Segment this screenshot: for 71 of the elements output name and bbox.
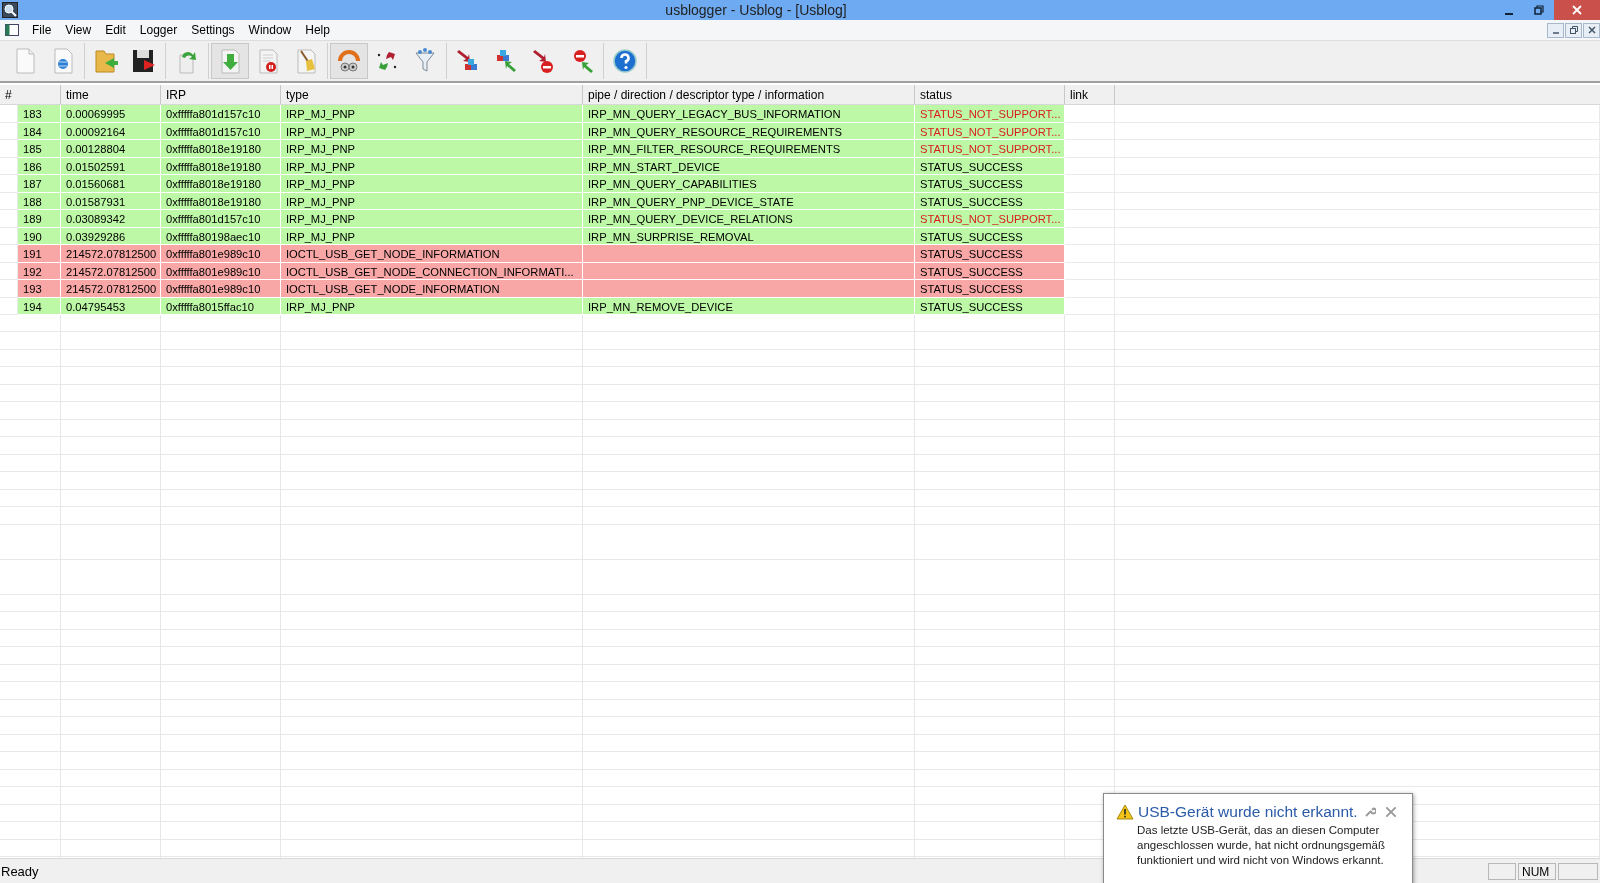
restore-icon (1534, 5, 1544, 15)
table-cell: IRP_MJ_PNP (281, 175, 583, 193)
notification-message: Das letzte USB-Gerät, das an diesen Computer angeschlossen wurde, hat nicht ordnungsgemäß funktioniert und wird nicht von Windows erkannt. (1137, 823, 1387, 868)
table-cell: 191 (18, 245, 61, 263)
table-cell: 0.00128804 (61, 140, 161, 158)
minimize-icon (1552, 31, 1559, 34)
magnifier-icon (2, 2, 18, 18)
table-cell: STATUS_NOT_SUPPORT... (915, 105, 1065, 123)
open-folder-icon (92, 47, 120, 75)
table-cell: 0.01560681 (61, 175, 161, 193)
table-cell: 185 (18, 140, 61, 158)
column-header[interactable]: status (915, 85, 1065, 104)
table-cell: IRP_MJ_PNP (281, 140, 583, 158)
restore-icon (1568, 25, 1579, 35)
status-pane: NUM (1518, 862, 1556, 880)
column-header[interactable]: link (1065, 85, 1115, 104)
table-cell: 0.03089342 (61, 210, 161, 228)
menu-item[interactable]: Logger (132, 23, 185, 37)
wrench-icon (1364, 806, 1376, 818)
table-cell: 0xfffffa8018e19180 (161, 175, 281, 193)
table-cell: STATUS_SUCCESS (915, 245, 1065, 263)
window-title: usblogger - Usblog - [Usblog] (664, 2, 848, 18)
table-cell: 0.00069995 (61, 105, 161, 123)
table-cell: 0xfffffa801e989c10 (161, 245, 281, 263)
minimize-icon (1505, 13, 1513, 15)
restore-button[interactable] (1565, 22, 1582, 38)
minimize-button[interactable] (1547, 22, 1564, 38)
close-icon (1586, 25, 1597, 35)
table-cell: 0xfffffa8018e19180 (161, 140, 281, 158)
status-pane (1558, 862, 1598, 880)
help-icon (611, 47, 639, 75)
table-cell: 0xfffffa801e989c10 (161, 280, 281, 298)
status-pane (1488, 862, 1516, 880)
column-header[interactable]: type (281, 85, 583, 104)
column-header[interactable]: IRP (161, 85, 281, 104)
table-cell: 0xfffffa801d157c10 (161, 210, 281, 228)
table-cell: 183 (18, 105, 61, 123)
menu-item[interactable]: Edit (98, 23, 133, 37)
table-cell: IRP_MJ_PNP (281, 105, 583, 123)
table-cell: STATUS_SUCCESS (915, 175, 1065, 193)
close-button[interactable] (1583, 22, 1600, 38)
column-header[interactable]: time (61, 85, 161, 104)
table-cell: 214572.07812500 (61, 280, 161, 298)
table-cell: IRP_MN_QUERY_DEVICE_RELATIONS (583, 210, 915, 228)
table-cell: STATUS_NOT_SUPPORT... (915, 140, 1065, 158)
column-header[interactable]: pipe / direction / descriptor type / information (583, 85, 915, 104)
table-cell: 0xfffffa801d157c10 (161, 105, 281, 123)
status-message: Ready (0, 863, 40, 879)
close-icon (1572, 5, 1582, 15)
warning-icon (1116, 804, 1134, 820)
menu-item[interactable]: Help (298, 23, 337, 37)
document-window-icon (5, 24, 19, 36)
table-cell: STATUS_SUCCESS (915, 280, 1065, 298)
table-cell: IRP_MN_QUERY_CAPABILITIES (583, 175, 915, 193)
table-cell: IOCTL_USB_GET_NODE_INFORMATION (281, 280, 583, 298)
table-cell: IOCTL_USB_GET_NODE_INFORMATION (281, 245, 583, 263)
menu-item[interactable]: Window (241, 23, 299, 37)
notification-title: USB-Gerät wurde nicht erkannt. (1138, 803, 1359, 821)
table-cell: IRP_MJ_PNP (281, 210, 583, 228)
menu-item[interactable]: Settings (184, 23, 242, 37)
table-cell: IRP_MN_FILTER_RESOURCE_REQUIREMENTS (583, 140, 915, 158)
table-cell: 187 (18, 175, 61, 193)
menu-item[interactable]: View (58, 23, 99, 37)
table-cell: 214572.07812500 (61, 245, 161, 263)
close-button[interactable] (1554, 0, 1600, 20)
table-cell: 193 (18, 280, 61, 298)
table-cell: IRP_MN_QUERY_LEGACY_BUS_INFORMATION (583, 105, 915, 123)
menu-item[interactable]: File (25, 23, 59, 37)
column-header[interactable]: # (0, 85, 61, 104)
table-cell: 189 (18, 210, 61, 228)
table-cell: STATUS_NOT_SUPPORT... (915, 210, 1065, 228)
